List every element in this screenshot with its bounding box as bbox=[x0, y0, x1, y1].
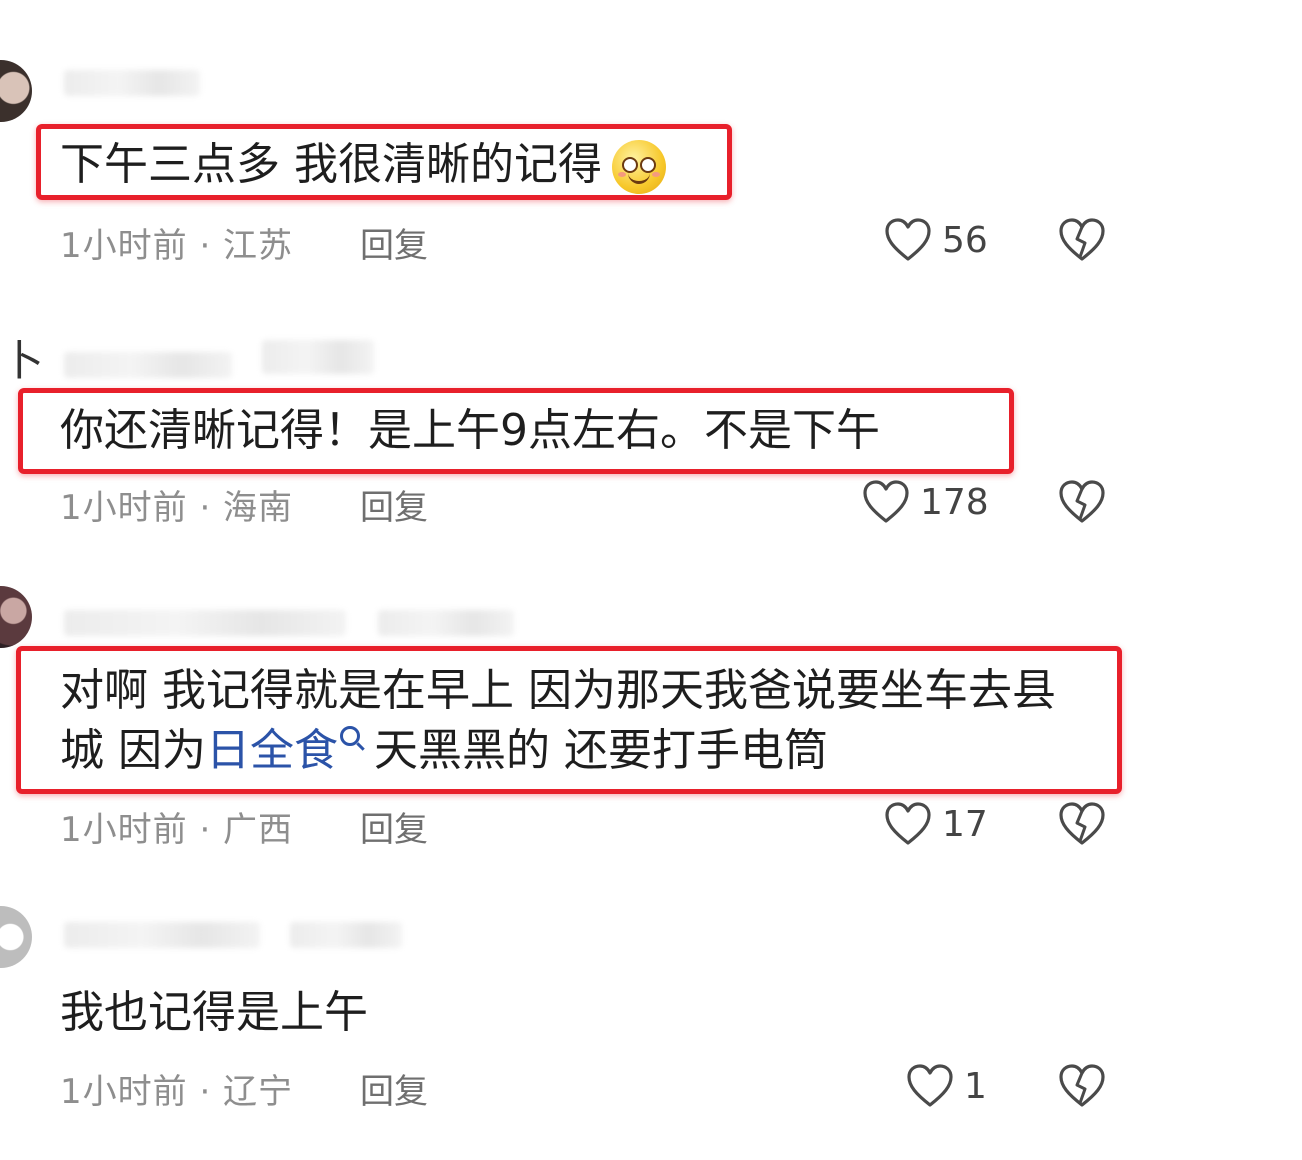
comment-meta: 1小时前 · 辽宁 bbox=[60, 1072, 294, 1112]
like-count: 178 bbox=[920, 481, 989, 523]
avatar[interactable] bbox=[0, 60, 32, 122]
comment-text: 你还清晰记得！是上午9点左右。不是下午 bbox=[60, 405, 880, 456]
comment-text-line-2: 城 因为日全食 天黑黑的 还要打手电筒 bbox=[60, 722, 828, 780]
reply-button[interactable]: 回复 bbox=[360, 1064, 428, 1113]
topic-link[interactable]: 日全食 bbox=[206, 725, 338, 776]
avatar[interactable]: 卜 bbox=[2, 340, 44, 382]
heart-outline-icon bbox=[885, 218, 931, 261]
heart-outline-icon bbox=[907, 1064, 953, 1107]
like-count: 56 bbox=[942, 219, 988, 261]
reply-button[interactable]: 回复 bbox=[360, 480, 428, 529]
username-blurred[interactable] bbox=[64, 352, 232, 378]
comment-meta: 1小时前 · 海南 bbox=[60, 488, 294, 528]
search-icon[interactable] bbox=[340, 726, 360, 746]
like-button[interactable]: 1 bbox=[906, 1062, 987, 1110]
comment-meta: 1小时前 · 江苏 bbox=[60, 226, 294, 266]
like-count: 17 bbox=[942, 803, 988, 845]
like-count: 1 bbox=[964, 1065, 987, 1107]
smiling-face-emoji-icon bbox=[612, 140, 666, 194]
username-blurred bbox=[262, 340, 374, 374]
comment-text-segment: 天黑黑的 还要打手电筒 bbox=[360, 725, 828, 776]
broken-heart-icon[interactable] bbox=[1058, 1062, 1106, 1110]
username-blurred[interactable] bbox=[64, 70, 200, 96]
reply-button[interactable]: 回复 bbox=[360, 218, 428, 267]
broken-heart-icon[interactable] bbox=[1058, 800, 1106, 848]
heart-outline-icon bbox=[885, 802, 931, 845]
broken-heart-icon[interactable] bbox=[1058, 216, 1106, 264]
comment-text-segment: 城 因为 bbox=[60, 725, 206, 776]
comment-meta: 1小时前 · 广西 bbox=[60, 810, 294, 850]
broken-heart-icon[interactable] bbox=[1058, 478, 1106, 526]
avatar[interactable] bbox=[0, 906, 32, 968]
comment-text-line-1: 对啊 我记得就是在早上 因为那天我爸说要坐车去县 bbox=[60, 665, 1056, 716]
reply-button[interactable]: 回复 bbox=[360, 802, 428, 851]
username-blurred bbox=[378, 610, 514, 636]
like-button[interactable]: 56 bbox=[884, 216, 988, 264]
username-blurred[interactable] bbox=[64, 922, 260, 948]
username-blurred[interactable] bbox=[64, 610, 346, 636]
like-button[interactable]: 17 bbox=[884, 800, 988, 848]
comment-text: 我也记得是上午 bbox=[60, 987, 368, 1038]
username-blurred bbox=[290, 922, 402, 948]
avatar[interactable] bbox=[0, 586, 32, 648]
comment-text-content: 下午三点多 我很清晰的记得 bbox=[60, 139, 602, 190]
like-button[interactable]: 178 bbox=[862, 478, 989, 526]
heart-outline-icon bbox=[863, 480, 909, 523]
comment-text: 下午三点多 我很清晰的记得 bbox=[60, 136, 666, 194]
